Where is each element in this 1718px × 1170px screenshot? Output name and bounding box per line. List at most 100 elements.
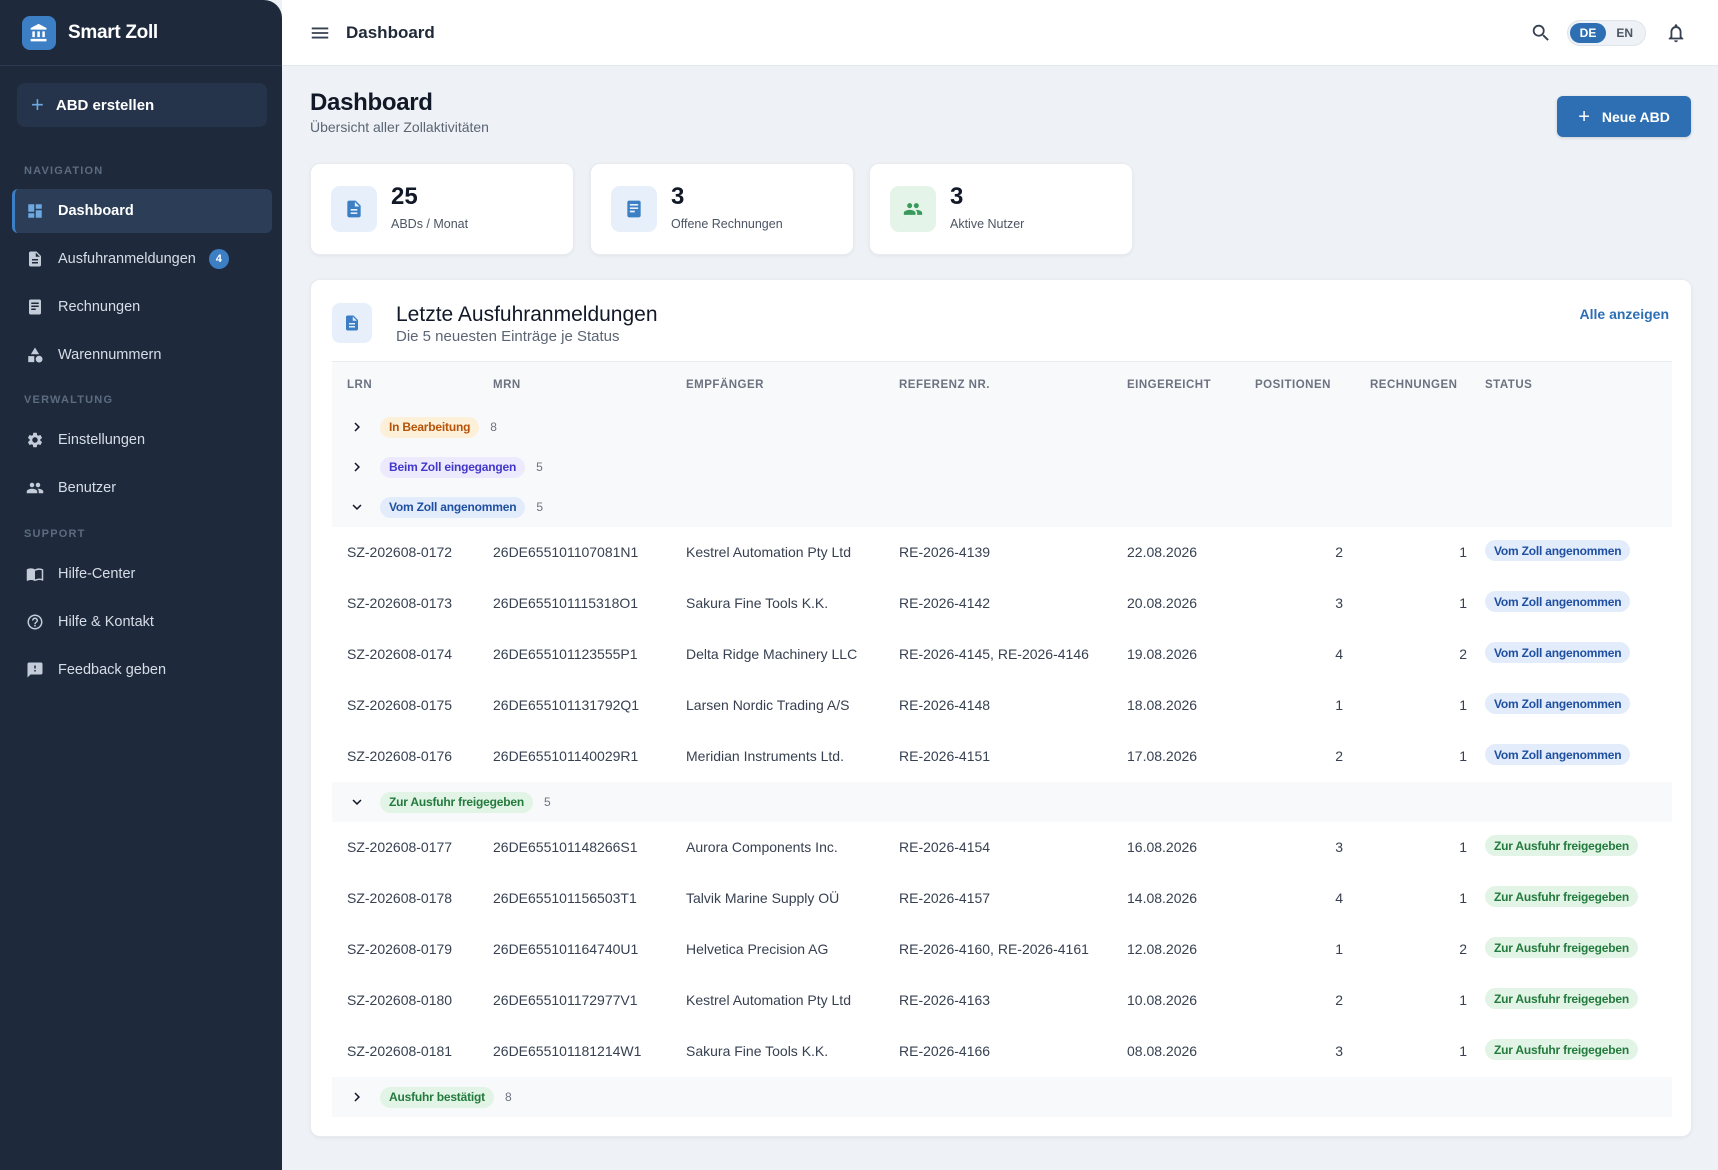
lang-de-button[interactable]: DE xyxy=(1569,23,1607,43)
stat-card-nutzer[interactable]: 3 Aktive Nutzer xyxy=(869,163,1133,255)
feedback-icon xyxy=(25,660,45,680)
sidebar-item-rechnungen[interactable]: Rechnungen xyxy=(12,285,272,329)
group-row-beim-zoll-eingegangen[interactable]: Beim Zoll eingegangen 5 xyxy=(332,447,1672,487)
dashboard-icon xyxy=(25,201,45,221)
bell-icon[interactable] xyxy=(1662,19,1690,47)
recipient-cell: Sakura Fine Tools K.K. xyxy=(686,595,829,611)
new-abd-button[interactable]: + Neue ABD xyxy=(1557,96,1691,137)
page-subtitle: Übersicht aller Zollaktivitäten xyxy=(310,119,489,135)
column-header[interactable]: MRN xyxy=(493,379,521,391)
mrn-cell: 26DE655101172977V1 xyxy=(493,992,638,1008)
chevron-down-icon[interactable] xyxy=(347,792,367,812)
show-all-link[interactable]: Alle anzeigen xyxy=(1580,306,1669,322)
stat-value: 25 xyxy=(391,183,418,210)
topbar: Dashboard DE EN xyxy=(282,0,1718,66)
sidebar-item-benutzer[interactable]: Benutzer xyxy=(12,466,272,510)
document-icon xyxy=(332,303,372,343)
column-header[interactable]: LRN xyxy=(347,379,372,391)
positions-cell: 3 xyxy=(1335,839,1343,855)
sidebar-item-label: Rechnungen xyxy=(58,299,141,315)
language-toggle: DE EN xyxy=(1566,20,1646,46)
status-badge: Vom Zoll angenommen xyxy=(380,496,526,518)
chevron-right-icon[interactable] xyxy=(347,1087,367,1107)
mrn-cell: 26DE655101156503T1 xyxy=(493,890,637,906)
reference-cell: RE-2026-4151 xyxy=(899,748,991,764)
topbar-title: Dashboard xyxy=(346,22,435,42)
column-header[interactable]: RECHNUNGEN xyxy=(1370,379,1457,391)
sidebar-item-warennummern[interactable]: Warennummern xyxy=(12,333,272,377)
recipient-cell: Meridian Instruments Ltd. xyxy=(686,748,844,764)
sidebar-item-dashboard[interactable]: Dashboard xyxy=(12,189,272,233)
column-header[interactable]: STATUS xyxy=(1485,379,1532,391)
mrn-cell: 26DE655101148266S1 xyxy=(493,839,638,855)
column-header[interactable]: EMPFÄNGER xyxy=(686,379,764,391)
mrn-cell: 26DE655101140029R1 xyxy=(493,748,639,764)
chevron-down-icon[interactable] xyxy=(347,497,367,517)
receipt-icon xyxy=(25,297,45,317)
table-header: LRN MRN EMPFÄNGER REFERENZ NR. EINGEREIC… xyxy=(332,362,1672,409)
table-row[interactable]: SZ-202608-0174 26DE655101123555P1 Delta … xyxy=(332,629,1672,680)
sidebar-item-feedback[interactable]: Feedback geben xyxy=(12,648,272,692)
invoices-cell: 2 xyxy=(1459,941,1467,957)
table-row[interactable]: SZ-202608-0179 26DE655101164740U1 Helvet… xyxy=(332,924,1672,975)
mrn-cell: 26DE655101115318O1 xyxy=(493,595,639,611)
status-badge: Ausfuhr bestätigt xyxy=(380,1086,494,1108)
sidebar: Smart Zoll + ABD erstellen NAVIGATION Da… xyxy=(0,0,282,1170)
table-row[interactable]: SZ-202608-0173 26DE655101115318O1 Sakura… xyxy=(332,578,1672,629)
card-title: Letzte Ausfuhranmeldungen xyxy=(396,303,658,326)
stat-card-rechnungen[interactable]: 3 Offene Rechnungen xyxy=(590,163,854,255)
page-title: Dashboard xyxy=(310,89,433,116)
reference-cell: RE-2026-4163 xyxy=(899,992,991,1008)
column-header[interactable]: EINGEREICHT xyxy=(1127,379,1211,391)
plus-icon: + xyxy=(1578,105,1590,128)
stat-card-abds[interactable]: 25 ABDs / Monat xyxy=(310,163,574,255)
table-row[interactable]: SZ-202608-0172 26DE655101107081N1 Kestre… xyxy=(332,527,1672,578)
menu-icon[interactable] xyxy=(308,21,332,45)
group-row-ausfuhr-bestaetigt[interactable]: Ausfuhr bestätigt 8 xyxy=(332,1077,1672,1117)
sidebar-item-ausfuhranmeldungen[interactable]: Ausfuhranmeldungen 4 xyxy=(12,237,272,281)
group-row-zur-ausfuhr-freigegeben[interactable]: Zur Ausfuhr freigegeben 5 xyxy=(332,782,1672,822)
group-row-in-bearbeitung[interactable]: In Bearbeitung 8 xyxy=(332,407,1672,447)
table-row[interactable]: SZ-202608-0175 26DE655101131792Q1 Larsen… xyxy=(332,680,1672,731)
sidebar-item-hilfe-center[interactable]: Hilfe-Center xyxy=(12,552,272,596)
sidebar-item-label: Hilfe-Center xyxy=(58,566,136,582)
sidebar-item-label: Warennummern xyxy=(58,347,162,363)
plus-icon: + xyxy=(31,92,44,117)
gear-icon xyxy=(25,430,45,450)
table-row[interactable]: SZ-202608-0176 26DE655101140029R1 Meridi… xyxy=(332,731,1672,782)
positions-cell: 4 xyxy=(1335,646,1343,662)
group-row-vom-zoll-angenommen[interactable]: Vom Zoll angenommen 5 xyxy=(332,487,1672,527)
sidebar-item-einstellungen[interactable]: Einstellungen xyxy=(12,418,272,462)
date-cell: 12.08.2026 xyxy=(1127,941,1198,957)
invoices-cell: 1 xyxy=(1459,544,1467,560)
table-row[interactable]: SZ-202608-0178 26DE655101156503T1 Talvik… xyxy=(332,873,1672,924)
status-badge: Zur Ausfuhr freigegeben xyxy=(1485,886,1638,907)
invoices-cell: 1 xyxy=(1459,595,1467,611)
recipient-cell: Talvik Marine Supply OÜ xyxy=(686,890,840,906)
lrn-cell: SZ-202608-0180 xyxy=(347,992,453,1008)
column-header[interactable]: REFERENZ NR. xyxy=(899,379,990,391)
table-row[interactable]: SZ-202608-0177 26DE655101148266S1 Aurora… xyxy=(332,822,1672,873)
reference-cell: RE-2026-4157 xyxy=(899,890,991,906)
lrn-cell: SZ-202608-0179 xyxy=(347,941,453,957)
lang-en-button[interactable]: EN xyxy=(1606,23,1643,43)
stat-value: 3 xyxy=(671,183,685,210)
date-cell: 14.08.2026 xyxy=(1127,890,1198,906)
book-icon xyxy=(25,564,45,584)
column-header[interactable]: POSITIONEN xyxy=(1255,379,1331,391)
lrn-cell: SZ-202608-0177 xyxy=(347,839,453,855)
date-cell: 08.08.2026 xyxy=(1127,1043,1198,1059)
people-icon xyxy=(890,186,936,232)
people-icon xyxy=(25,478,45,498)
table-row[interactable]: SZ-202608-0181 26DE655101181214W1 Sakura… xyxy=(332,1026,1672,1077)
status-badge: Vom Zoll angenommen xyxy=(1485,591,1631,612)
help-icon xyxy=(25,612,45,632)
chevron-right-icon[interactable] xyxy=(347,417,367,437)
table-row[interactable]: SZ-202608-0180 26DE655101172977V1 Kestre… xyxy=(332,975,1672,1026)
sidebar-item-hilfe-kontakt[interactable]: Hilfe & Kontakt xyxy=(12,600,272,644)
search-icon[interactable] xyxy=(1527,19,1555,47)
chevron-right-icon[interactable] xyxy=(347,457,367,477)
create-abd-button[interactable]: + ABD erstellen xyxy=(17,83,267,127)
invoices-cell: 2 xyxy=(1459,646,1467,662)
sidebar-item-label: Hilfe & Kontakt xyxy=(58,614,154,630)
